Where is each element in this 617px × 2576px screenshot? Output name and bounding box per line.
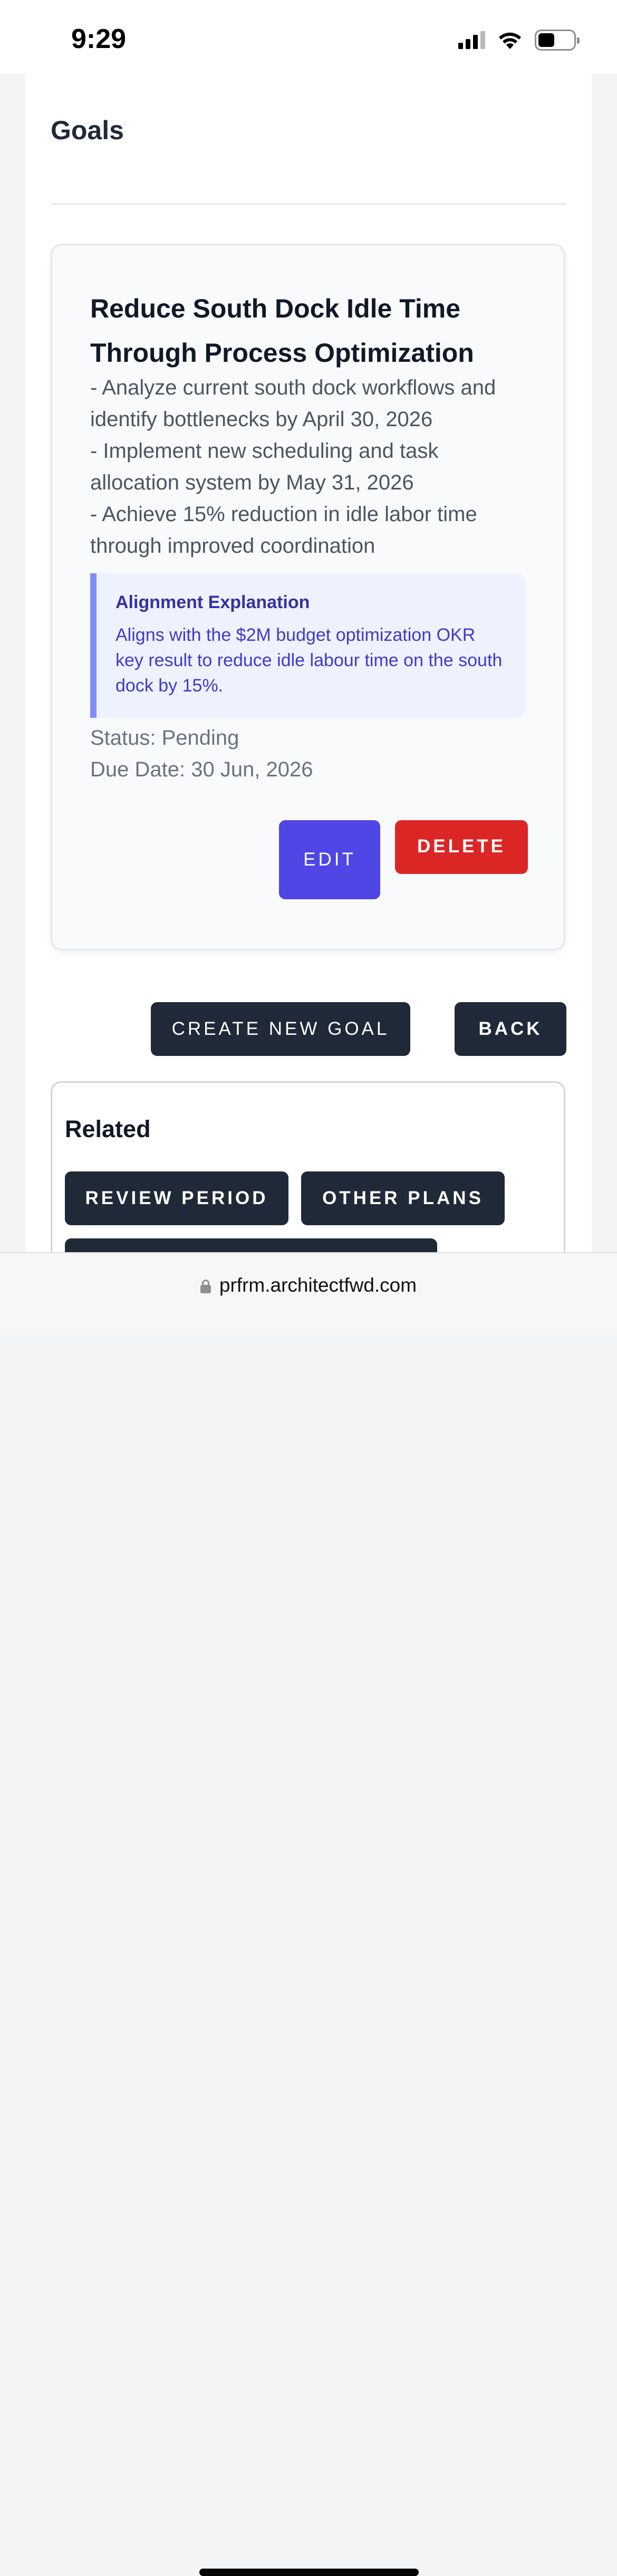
status-icons [458, 30, 580, 51]
alignment-title: Alignment Explanation [115, 592, 310, 612]
create-new-goal-button[interactable]: CREATE NEW GOAL [151, 1002, 410, 1056]
lock-icon [200, 1280, 211, 1293]
url-text: prfrm.architectfwd.com [219, 1274, 417, 1296]
alignment-explanation: Alignment Explanation Aligns with the $2… [90, 573, 526, 718]
status-time: 9:29 [71, 24, 127, 54]
status-bar: 9:29 [0, 0, 617, 74]
wifi-icon [499, 32, 521, 49]
other-plans-button[interactable]: OTHER PLANS [301, 1171, 505, 1225]
address-display[interactable]: prfrm.architectfwd.com [0, 1274, 617, 1296]
divider [51, 203, 566, 205]
home-indicator[interactable] [199, 2569, 419, 2576]
edit-button[interactable]: EDIT [279, 820, 380, 899]
signal-icon [458, 31, 485, 49]
back-button[interactable]: BACK [455, 1002, 566, 1056]
related-title: Related [65, 1116, 151, 1142]
goal-meta: Status: Pending Due Date: 30 Jun, 2026 [90, 722, 313, 785]
battery-icon [535, 30, 580, 51]
browser-url-bar[interactable]: prfrm.architectfwd.com [0, 1252, 617, 2576]
goal-due-date: Due Date: 30 Jun, 2026 [90, 758, 313, 781]
alignment-text: Aligns with the $2M budget optimization … [115, 625, 503, 696]
delete-button[interactable]: DELETE [395, 820, 528, 874]
goal-description: - Analyze current south dock workflows a… [90, 376, 496, 558]
page-title: Goals [51, 116, 124, 145]
goal-status: Status: Pending [90, 726, 239, 749]
review-period-button[interactable]: REVIEW PERIOD [65, 1171, 288, 1225]
goal-title: Reduce South Dock Idle Time Through Proc… [90, 294, 474, 368]
goals-panel: Goals Reduce South Dock Idle Time Throug… [25, 74, 592, 1292]
goal-card: Reduce South Dock Idle Time Through Proc… [51, 244, 565, 950]
